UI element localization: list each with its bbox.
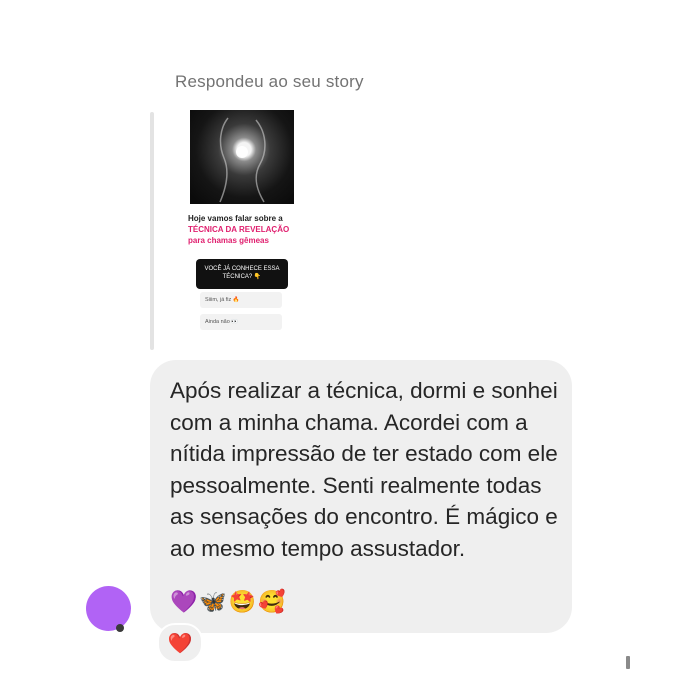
message-emojis: 💜🦋🤩🥰: [170, 590, 288, 615]
heart-reaction[interactable]: ❤️: [157, 623, 203, 663]
story-preview[interactable]: Hoje vamos falar sobre a TÉCNICA DA REVE…: [176, 106, 308, 344]
purple-heart-icon: 💜: [170, 590, 200, 615]
story-text-line3: para chamas gêmeas: [188, 236, 269, 245]
smiling-face-with-hearts-icon: 🥰: [258, 590, 288, 615]
scroll-indicator: [626, 656, 630, 669]
message-bubble[interactable]: Após realizar a técnica, dormi e sonhei …: [150, 360, 572, 633]
star-struck-icon: 🤩: [228, 590, 259, 615]
story-text-line2: TÉCNICA DA REVELAÇÃO: [188, 225, 290, 234]
avatar[interactable]: [86, 586, 131, 631]
poll-question: VOCÊ JÁ CONHECE ESSA TÉCNICA? 👇: [196, 259, 288, 289]
story-text-line1: Hoje vamos falar sobre a: [188, 214, 283, 223]
message-text: Após realizar a técnica, dormi e sonhei …: [170, 378, 558, 561]
poll-option-not-yet: Ainda não 👀: [200, 314, 282, 330]
butterfly-icon: 🦋: [199, 590, 229, 615]
avatar-status-dot: [116, 624, 124, 632]
story-photo: [190, 110, 294, 204]
story-reply-label: Respondeu ao seu story: [175, 72, 364, 91]
quote-bar: [150, 112, 154, 350]
poll-option-yes: Siiim, já fiz 🔥: [200, 292, 282, 308]
